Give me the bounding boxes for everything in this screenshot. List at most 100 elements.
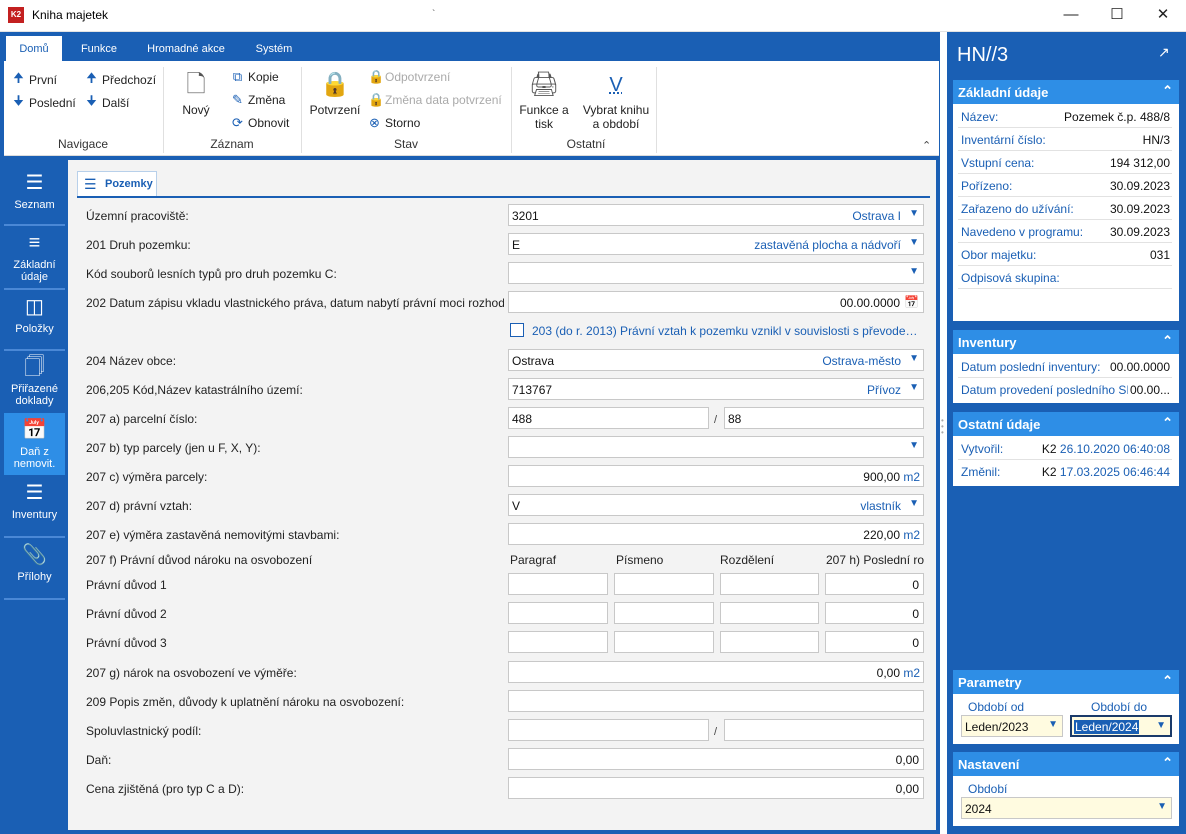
nav-zakladni-udaje[interactable]: ≡ Základní údaje — [4, 232, 65, 288]
new-button[interactable]: 🗋 Nový — [174, 71, 218, 117]
duvod-2-rozdeleni[interactable] — [720, 602, 819, 624]
close-button[interactable]: ✕ — [1140, 0, 1186, 32]
tab-hromadne-akce[interactable]: Hromadné akce — [136, 36, 236, 61]
tab-pozemky[interactable]: ☰ Pozemky — [77, 171, 157, 196]
pencil-icon: ✎ — [232, 92, 243, 107]
record-header: HN//3 — [957, 44, 1009, 66]
nav-seznam[interactable]: ☰ Seznam — [4, 172, 65, 222]
katastr-field[interactable]: 713767 Přívoz ▼ — [508, 378, 924, 400]
dropdown-icon: ▼ — [909, 266, 919, 277]
duvod-1-paragraf[interactable] — [508, 573, 608, 595]
duvod-2-paragraf[interactable] — [508, 602, 608, 624]
collapse-ribbon-button[interactable]: ⌃ — [922, 139, 931, 152]
dropdown-icon: ▼ — [909, 498, 919, 509]
select-v-icon: V — [609, 74, 623, 96]
duvod-3-rozdeleni[interactable] — [720, 631, 819, 653]
maximize-button[interactable]: ☐ — [1094, 0, 1140, 32]
duvod-3-rok[interactable]: 0 — [825, 631, 924, 653]
tab-domu[interactable]: Domů — [6, 36, 62, 61]
first-button[interactable]: 🠉 První — [12, 69, 57, 91]
duvod-3-label: Právní důvod 3 — [86, 636, 167, 650]
ostatni-udaje-header[interactable]: Ostatní údaje ⌃ — [953, 412, 1179, 436]
inventury-header[interactable]: Inventury ⌃ — [953, 330, 1179, 354]
typ-field[interactable]: ▼ — [508, 436, 924, 458]
dan-field[interactable]: 0,00 — [508, 748, 924, 770]
period-select[interactable]: 2024 ▼ — [961, 797, 1172, 819]
vymera-label: 207 c) výměra parcely: — [86, 470, 208, 484]
inventury-body: Datum poslední inventury: 00.00.0000 Datu… — [953, 354, 1179, 403]
check-203-checkbox[interactable] — [510, 323, 524, 337]
popis-field[interactable] — [508, 690, 924, 712]
katastr-label: 206,205 Kód,Název katastrálního území: — [86, 383, 303, 397]
zakladni-udaje-header[interactable]: Základní údaje ⌃ — [953, 80, 1179, 104]
tab-system[interactable]: Systém — [244, 36, 304, 61]
druh-label: 201 Druh pozemku: — [86, 238, 191, 252]
narok-field[interactable]: 0,00 m2 — [508, 661, 924, 683]
spolu-denominator-field[interactable] — [724, 719, 924, 741]
parcel-subnumber-field[interactable]: 88 — [724, 407, 924, 429]
cena-field[interactable]: 0,00 — [508, 777, 924, 799]
cena-label: Cena zjištěná (pro typ C a D): — [86, 782, 245, 796]
nastaveni-header[interactable]: Nastavení ⌃ — [953, 752, 1179, 776]
vztah-field[interactable]: V vlastník ▼ — [508, 494, 924, 516]
duvod-3-pismeno[interactable] — [614, 631, 714, 653]
change-date-button[interactable]: 🔒 Změna data potvrzení — [368, 92, 502, 108]
uzemni-field[interactable]: 3201 Ostrava I ▼ — [508, 204, 924, 226]
info-row: Vytvořil: K2 26.10.2020 06:40:08 — [958, 438, 1172, 460]
info-row: Pořízeno: 30.09.2023 — [958, 175, 1172, 197]
to-label: Období do — [1091, 700, 1148, 714]
vymera-field[interactable]: 900,00 m2 — [508, 465, 924, 487]
next-button[interactable]: 🠋 Další — [85, 92, 129, 114]
list-icon: ☰ — [25, 172, 44, 194]
druh-field[interactable]: E zastavěná plocha a nádvoří ▼ — [508, 233, 924, 255]
duvod-1-pismeno[interactable] — [614, 573, 714, 595]
nav-separator — [4, 536, 65, 538]
unconfirm-button[interactable]: 🔒 Odpotvrzení — [368, 69, 450, 85]
arrow-down-icon: 🠋 — [13, 93, 24, 108]
spolu-numerator-field[interactable] — [508, 719, 709, 741]
col-paragraf: Paragraf — [510, 553, 557, 567]
spolu-label: Spoluvlastnický podíl: — [86, 724, 202, 738]
info-row: Vstupní cena: 194 312,00 — [958, 152, 1172, 174]
change-button[interactable]: ✎ Změna — [231, 92, 285, 108]
obec-field[interactable]: Ostrava Ostrava-město ▼ — [508, 349, 924, 371]
dropdown-icon: ▼ — [909, 440, 919, 451]
nav-inventury[interactable]: ☰ Inventury — [4, 482, 65, 532]
parcel-number-field[interactable]: 488 — [508, 407, 709, 429]
kod-field[interactable]: ▼ — [508, 262, 924, 284]
select-book-button[interactable]: V Vybrat knihu a období — [578, 71, 654, 131]
refresh-button[interactable]: ⟳ Obnovit — [231, 115, 289, 131]
duvod-1-rozdeleni[interactable] — [720, 573, 819, 595]
uzemni-label: Územní pracoviště: — [86, 209, 189, 223]
chevron-up-icon: ⌃ — [1162, 333, 1173, 348]
copy-button[interactable]: ⧉ Kopie — [231, 69, 279, 85]
period-from-select[interactable]: Leden/2023 ▼ — [961, 715, 1063, 737]
period-to-select[interactable]: Leden/2024 ▼ — [1070, 715, 1172, 737]
minimize-icon: — — [1063, 6, 1079, 23]
nav-dan-z-nemovitosti[interactable]: 📅 Daň z nemovit. — [4, 413, 65, 475]
duvod-3-paragraf[interactable] — [508, 631, 608, 653]
duvod-2-pismeno[interactable] — [614, 602, 714, 624]
parametry-header[interactable]: Parametry ⌃ — [953, 670, 1179, 694]
functions-print-button[interactable]: 🖨 Funkce a tisk — [516, 71, 572, 131]
lock-icon: 🔒 — [320, 71, 350, 98]
nav-prilohy[interactable]: 📎 Přílohy — [4, 544, 65, 594]
previous-button[interactable]: 🠉 Předchozí — [85, 69, 156, 91]
zastav-field[interactable]: 220,00 m2 — [508, 523, 924, 545]
arrow-up-icon: 🠉 — [86, 70, 97, 85]
nav-prirazene-doklady[interactable]: 🗍 Přiřazené doklady — [4, 356, 65, 412]
duvod-1-rok[interactable]: 0 — [825, 573, 924, 595]
last-button[interactable]: 🠋 Poslední — [12, 92, 76, 114]
nav-polozky[interactable]: ◫ Položky — [4, 296, 65, 346]
popout-button[interactable]: ↗ — [1158, 44, 1170, 61]
copy-icon: ⧉ — [232, 69, 243, 84]
duvod-2-rok[interactable]: 0 — [825, 602, 924, 624]
storno-button[interactable]: ⊗ Storno — [368, 115, 420, 131]
narok-label: 207 g) nárok na osvobození ve výměře: — [86, 666, 297, 680]
datum-field[interactable]: 00.00.0000 📅 — [508, 291, 924, 313]
calendar-icon[interactable]: 📅 — [904, 295, 919, 309]
confirm-button[interactable]: 🔒 Potvrzení — [307, 71, 363, 117]
minimize-button[interactable]: — — [1048, 0, 1094, 32]
cancel-circle-icon: ⊗ — [369, 115, 380, 130]
tab-funkce[interactable]: Funkce — [68, 36, 130, 61]
